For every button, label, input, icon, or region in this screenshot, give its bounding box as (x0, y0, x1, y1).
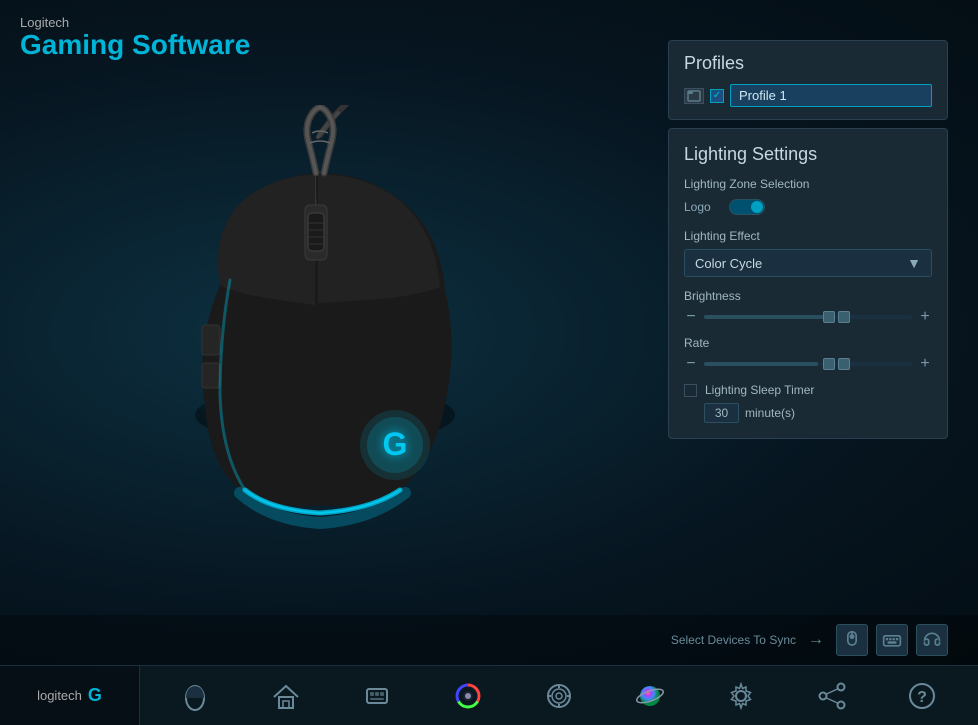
rate-label: Rate (684, 336, 932, 350)
sync-device-icons (836, 624, 948, 656)
sync-bar: Select Devices To Sync → (0, 615, 978, 665)
taskbar-item-settings[interactable] (716, 671, 766, 721)
profile-name[interactable]: Profile 1 (730, 84, 932, 107)
right-panel: Profiles Profile 1 Lighting Settings Lig… (668, 40, 948, 439)
rate-section: Rate − + (684, 336, 932, 373)
rate-slider-thumb[interactable] (823, 358, 835, 370)
svg-text:G: G (383, 426, 408, 462)
rate-decrease-button[interactable]: − (684, 355, 698, 373)
brightness-decrease-button[interactable]: − (684, 308, 698, 326)
profile-row: Profile 1 (684, 84, 932, 107)
taskbar-logo: logitech G (0, 666, 140, 725)
taskbar-logo-text: logitech (37, 688, 82, 703)
zone-section-label: Lighting Zone Selection (684, 177, 932, 191)
rate-slider-fill (704, 362, 818, 366)
taskbar-item-dpi[interactable] (534, 671, 584, 721)
sleep-unit-label: minute(s) (745, 406, 795, 420)
taskbar-item-help[interactable]: ? (897, 671, 947, 721)
taskbar-item-rgb[interactable] (443, 671, 493, 721)
rate-increase-button[interactable]: + (918, 355, 932, 373)
rate-slider-thumb2[interactable] (838, 358, 850, 370)
logo-toggle[interactable] (729, 199, 765, 215)
brightness-section: Brightness − + (684, 289, 932, 326)
lighting-effect-dropdown[interactable]: Color Cycle ▼ (684, 249, 932, 277)
lighting-title: Lighting Settings (684, 144, 932, 165)
zone-row: Logo (684, 199, 932, 215)
effect-label: Lighting Effect (684, 229, 932, 243)
lighting-settings-box: Lighting Settings Lighting Zone Selectio… (668, 128, 948, 439)
taskbar-item-share[interactable] (807, 671, 857, 721)
brightness-slider-thumb[interactable] (823, 311, 835, 323)
dropdown-selected-value: Color Cycle (695, 256, 762, 271)
taskbar: logitech G (0, 665, 978, 725)
sync-mouse-icon[interactable] (836, 624, 868, 656)
svg-text:?: ? (918, 689, 928, 706)
effect-section: Lighting Effect Color Cycle ▼ (684, 229, 932, 277)
sleep-timer-row: Lighting Sleep Timer (684, 383, 932, 397)
app-title: Gaming Software (20, 30, 250, 61)
chevron-down-icon: ▼ (907, 255, 921, 271)
sleep-timer-checkbox[interactable] (684, 384, 697, 397)
profile-checkbox[interactable] (710, 89, 724, 103)
rate-slider-row: − + (684, 355, 932, 373)
taskbar-item-keyboard[interactable] (352, 671, 402, 721)
sync-headset-icon[interactable] (916, 624, 948, 656)
taskbar-logo-g: G (88, 685, 102, 706)
app-header: Logitech Gaming Software (20, 15, 250, 61)
zone-logo-label: Logo (684, 200, 719, 214)
brightness-increase-button[interactable]: + (918, 308, 932, 326)
sync-label: Select Devices To Sync (671, 633, 796, 647)
sync-keyboard-icon[interactable] (876, 624, 908, 656)
sleep-timer-label: Lighting Sleep Timer (705, 383, 814, 397)
brightness-label: Brightness (684, 289, 932, 303)
company-name: Logitech (20, 15, 250, 30)
sleep-minutes-value[interactable]: 30 (704, 403, 739, 423)
profile-file-icon (684, 88, 704, 104)
profiles-title: Profiles (684, 53, 932, 74)
toggle-knob (751, 201, 763, 213)
brightness-slider-thumb2[interactable] (838, 311, 850, 323)
taskbar-items: ? (140, 671, 978, 721)
brightness-slider-fill (704, 315, 829, 319)
sync-arrow-icon: → (808, 631, 824, 649)
profiles-box: Profiles Profile 1 (668, 40, 948, 120)
rate-slider-track[interactable] (704, 362, 912, 366)
brightness-slider-track[interactable] (704, 315, 912, 319)
mouse-illustration: G (40, 60, 600, 610)
taskbar-item-mouse[interactable] (170, 671, 220, 721)
brightness-slider-row: − + (684, 308, 932, 326)
taskbar-item-spectrum[interactable] (625, 671, 675, 721)
taskbar-item-home[interactable] (261, 671, 311, 721)
